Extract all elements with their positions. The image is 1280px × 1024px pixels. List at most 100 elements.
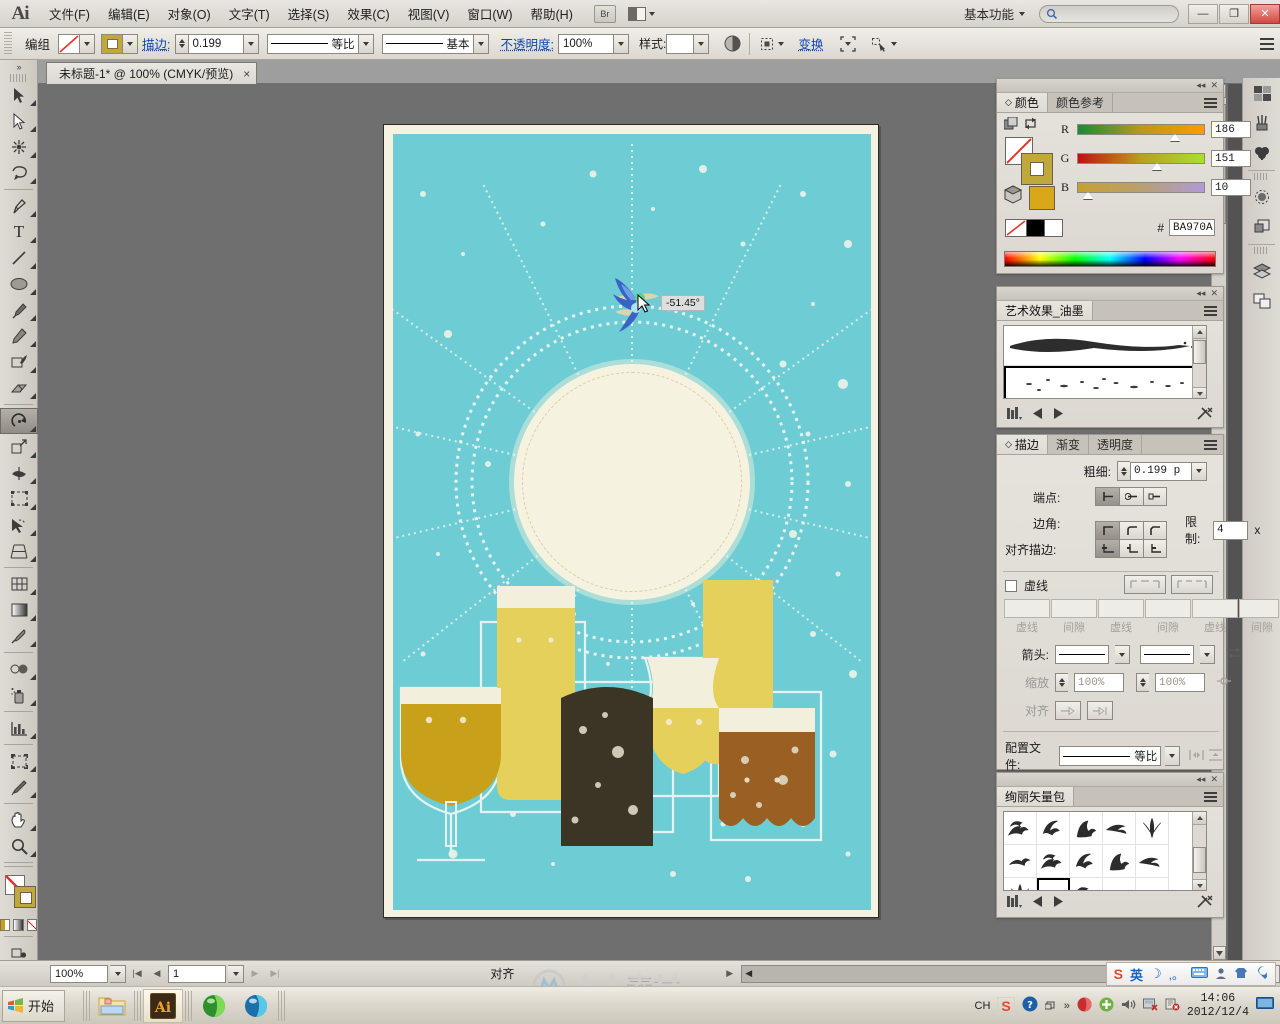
tray-sogou-icon[interactable]: S <box>997 996 1015 1015</box>
menu-item-3[interactable]: 文字(T) <box>220 0 279 27</box>
artboard-number-input[interactable]: 1 <box>168 964 226 983</box>
opacity-appearance-icon[interactable] <box>721 33 743 55</box>
tray-clock[interactable]: 14:06 2012/12/4 <box>1187 992 1249 1018</box>
break-link-icon[interactable] <box>1197 894 1213 912</box>
artboard-dropdown[interactable] <box>228 964 244 983</box>
stroke-dropdown[interactable] <box>123 33 139 54</box>
stroke-weight-dropdown[interactable] <box>243 33 259 54</box>
close-icon[interactable]: ✕ <box>1210 288 1218 299</box>
tab-transparency[interactable]: 透明度 <box>1089 435 1142 454</box>
taskbar-item-browser-green[interactable] <box>194 989 234 1023</box>
scale-tool[interactable] <box>0 434 38 460</box>
butt-cap-button[interactable] <box>1095 487 1119 506</box>
swap-arrows-icon[interactable] <box>1024 117 1038 130</box>
round-cap-button[interactable] <box>1119 487 1143 506</box>
stroke-weight-stepper[interactable] <box>1117 461 1130 481</box>
channel-value[interactable]: 10 <box>1211 179 1251 196</box>
scroll-left-icon[interactable]: ◀ <box>742 968 756 979</box>
symbol-cell[interactable] <box>1037 845 1070 878</box>
isolate-icon[interactable] <box>837 33 859 55</box>
control-panel-menu-icon[interactable] <box>1260 37 1274 50</box>
fill-stroke-swap-icon[interactable] <box>1004 117 1018 130</box>
user-icon[interactable] <box>1215 967 1227 982</box>
remove-brush-stroke-icon[interactable] <box>1197 406 1213 424</box>
stroke-label[interactable]: 描边: <box>138 34 174 53</box>
eraser-tool[interactable] <box>0 375 38 401</box>
gradient-button[interactable] <box>13 919 24 931</box>
tray-safely-remove-icon[interactable] <box>1165 997 1180 1014</box>
select-similar-icon[interactable] <box>869 33 891 55</box>
minimize-button[interactable]: — <box>1188 3 1218 24</box>
swatches-panel-icon[interactable] <box>1243 78 1280 108</box>
channel-value[interactable]: 151 <box>1211 150 1251 167</box>
blend-tool[interactable] <box>0 656 38 682</box>
brush-definition-combo[interactable]: 基本 <box>381 33 474 54</box>
symbol-cell[interactable] <box>1103 845 1136 878</box>
punctuation-icon[interactable]: ,。 <box>1169 966 1184 983</box>
arrow-end-combo[interactable] <box>1140 645 1194 664</box>
dash-adjust-button[interactable] <box>1171 575 1213 594</box>
symbol-cell[interactable] <box>1070 878 1103 890</box>
transform-label[interactable]: 变换 <box>794 34 827 53</box>
fill-swatch[interactable] <box>58 33 81 54</box>
arrow-start-combo[interactable] <box>1055 645 1109 664</box>
workspace-switcher[interactable]: 基本功能 <box>958 4 1031 23</box>
menu-item-4[interactable]: 选择(S) <box>279 0 339 27</box>
color-mode-buttons[interactable] <box>0 917 37 933</box>
black-swatch[interactable] <box>1027 219 1045 237</box>
lasso-tool[interactable] <box>0 160 38 186</box>
brush-next-icon[interactable] <box>1053 408 1063 422</box>
line-segment-tool[interactable] <box>0 245 38 271</box>
selection-tool[interactable] <box>0 82 38 108</box>
menu-item-8[interactable]: 帮助(H) <box>522 0 582 27</box>
taskbar-item-illustrator[interactable]: Ai <box>143 988 184 1023</box>
align-outside-button[interactable] <box>1143 539 1167 558</box>
flip-across-icon[interactable] <box>1208 748 1223 764</box>
brush-prev-icon[interactable] <box>1033 408 1043 422</box>
place-arrow-button[interactable] <box>1087 701 1113 720</box>
scale-start-input[interactable]: 100% <box>1074 673 1124 692</box>
color-panel-menu-icon[interactable] <box>1204 97 1217 108</box>
symbol-cell[interactable] <box>1136 812 1169 845</box>
none-button[interactable] <box>26 919 37 931</box>
symbols-scrollbar[interactable] <box>1192 812 1206 890</box>
round-join-button[interactable] <box>1119 520 1143 540</box>
free-transform-tool[interactable] <box>0 486 38 512</box>
tray-expand-icon[interactable] <box>1044 1001 1057 1011</box>
swap-arrowheads-icon[interactable] <box>1227 647 1241 662</box>
width-tool[interactable] <box>0 460 38 486</box>
zoom-level-input[interactable]: 100% <box>50 964 108 983</box>
artboards-panel-icon[interactable] <box>1243 286 1280 316</box>
tray-chevrons-icon[interactable]: » <box>1064 1000 1070 1012</box>
brush-list-scrollbar[interactable] <box>1192 326 1206 398</box>
menu-item-6[interactable]: 视图(V) <box>399 0 459 27</box>
ime-mode-label[interactable]: 英 <box>1130 965 1143 984</box>
moon-icon[interactable]: ☽ <box>1150 966 1162 982</box>
collapse-icon[interactable]: ◂◂ <box>1196 774 1205 785</box>
tray-language[interactable]: CH <box>975 1000 991 1012</box>
collapse-icon[interactable]: ◂◂ <box>1196 80 1205 91</box>
dash-field-1[interactable] <box>1098 599 1144 618</box>
extend-arrow-button[interactable] <box>1055 701 1081 720</box>
symbol-sprayer-tool[interactable] <box>0 682 38 708</box>
search-input[interactable] <box>1062 7 1172 20</box>
bridge-button[interactable]: Br <box>593 4 616 23</box>
symbol-next-icon[interactable] <box>1053 896 1063 910</box>
show-desktop-icon[interactable] <box>1256 997 1274 1014</box>
start-button[interactable]: 开始 <box>2 989 66 1022</box>
white-swatch[interactable] <box>1045 219 1063 237</box>
symbol-cell[interactable] <box>1037 812 1070 845</box>
channel-value[interactable]: 186 <box>1211 121 1251 138</box>
symbol-cell[interactable] <box>1103 812 1136 845</box>
tray-volume-icon[interactable] <box>1121 998 1136 1014</box>
opacity-input[interactable]: 100% <box>557 33 614 54</box>
width-profile-combo[interactable]: 等比 <box>1059 746 1162 766</box>
prev-artboard-icon[interactable]: ◀ <box>148 965 166 983</box>
channel-slider[interactable] <box>1077 153 1205 170</box>
opacity-label[interactable]: 不透明度: <box>497 34 558 53</box>
bevel-join-button[interactable] <box>1143 520 1167 540</box>
symbols-panel-menu-icon[interactable] <box>1204 791 1217 802</box>
chevron-down-icon[interactable] <box>778 41 785 46</box>
tab-symbols[interactable]: 绚丽矢量包 <box>997 787 1075 806</box>
arrow-end-dropdown[interactable] <box>1200 645 1215 664</box>
